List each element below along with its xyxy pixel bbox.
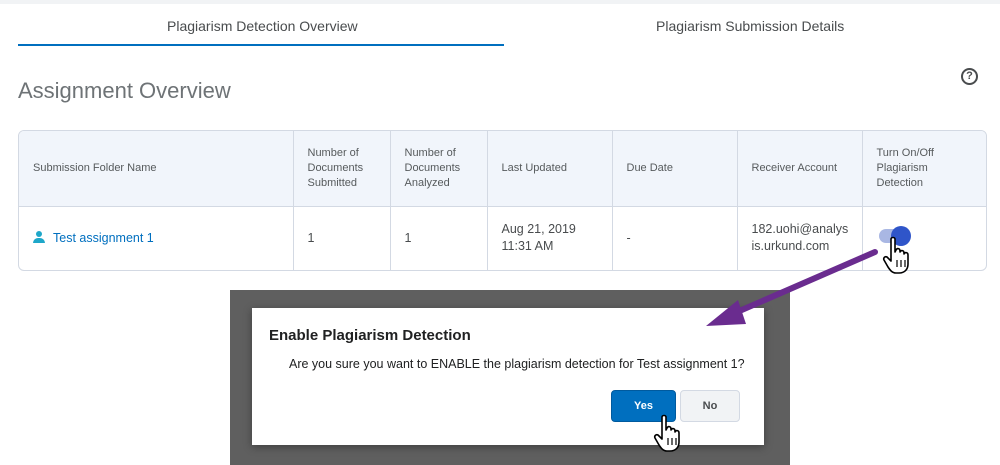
hand-pointer-icon (882, 236, 909, 274)
hand-pointer-icon (653, 414, 680, 452)
annotation-arrow-icon (706, 249, 878, 326)
